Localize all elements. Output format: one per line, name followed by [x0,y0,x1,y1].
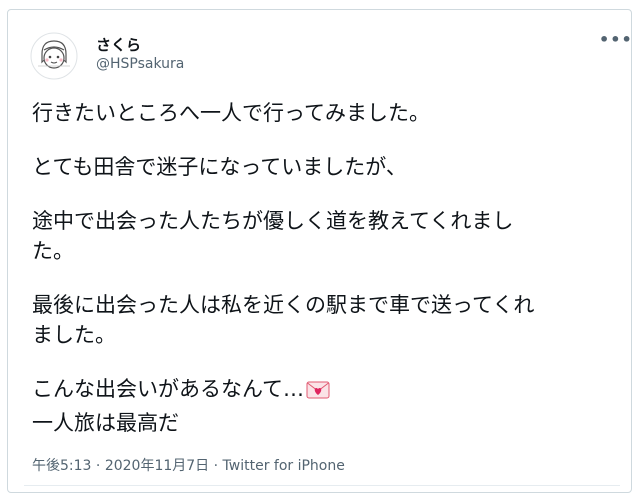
tweet-time[interactable]: 午後5:13 [32,458,91,474]
meta-separator: · [91,458,105,474]
meta-separator: · [209,458,223,474]
tweet-meta: 午後5:13 · 2020年11月7日 · Twitter for iPhone [32,455,345,475]
tweet-line: とても田舎で迷子になっていましたが、 [32,155,407,179]
more-options-icon[interactable]: ••• [599,32,632,52]
tweet-line-with-emoji: こんな出会いがあるなんて… [32,374,622,408]
tweet-text: 行きたいところへ一人で行ってみました。 とても田舎で迷子になっていましたが、 途… [32,98,622,438]
love-letter-emoji-icon [306,378,330,408]
tweet-card: さくら @HSPsakura ••• 行きたいところへ一人で行ってみました。 と… [7,9,632,493]
user-handle[interactable]: @HSPsakura [96,56,184,72]
tweet-line: 最後に出会った人は私を近くの駅まで車で送ってくれ [32,293,535,317]
divider [24,485,620,486]
tweet-line: 一人旅は最高だ [32,411,179,435]
user-display-name[interactable]: さくら [96,34,141,55]
tweet-line: ました。 [32,323,116,347]
tweet-date[interactable]: 2020年11月7日 [105,458,209,474]
sakura-face-avatar-icon[interactable] [30,32,78,80]
tweet-line: た。 [32,239,74,263]
tweet-line: 行きたいところへ一人で行ってみました。 [32,101,430,125]
tweet-line: こんな出会いがあるなんて… [32,377,304,401]
tweet-source[interactable]: Twitter for iPhone [223,458,345,474]
tweet-line: 途中で出会った人たちが優しく道を教えてくれまし [32,209,514,233]
